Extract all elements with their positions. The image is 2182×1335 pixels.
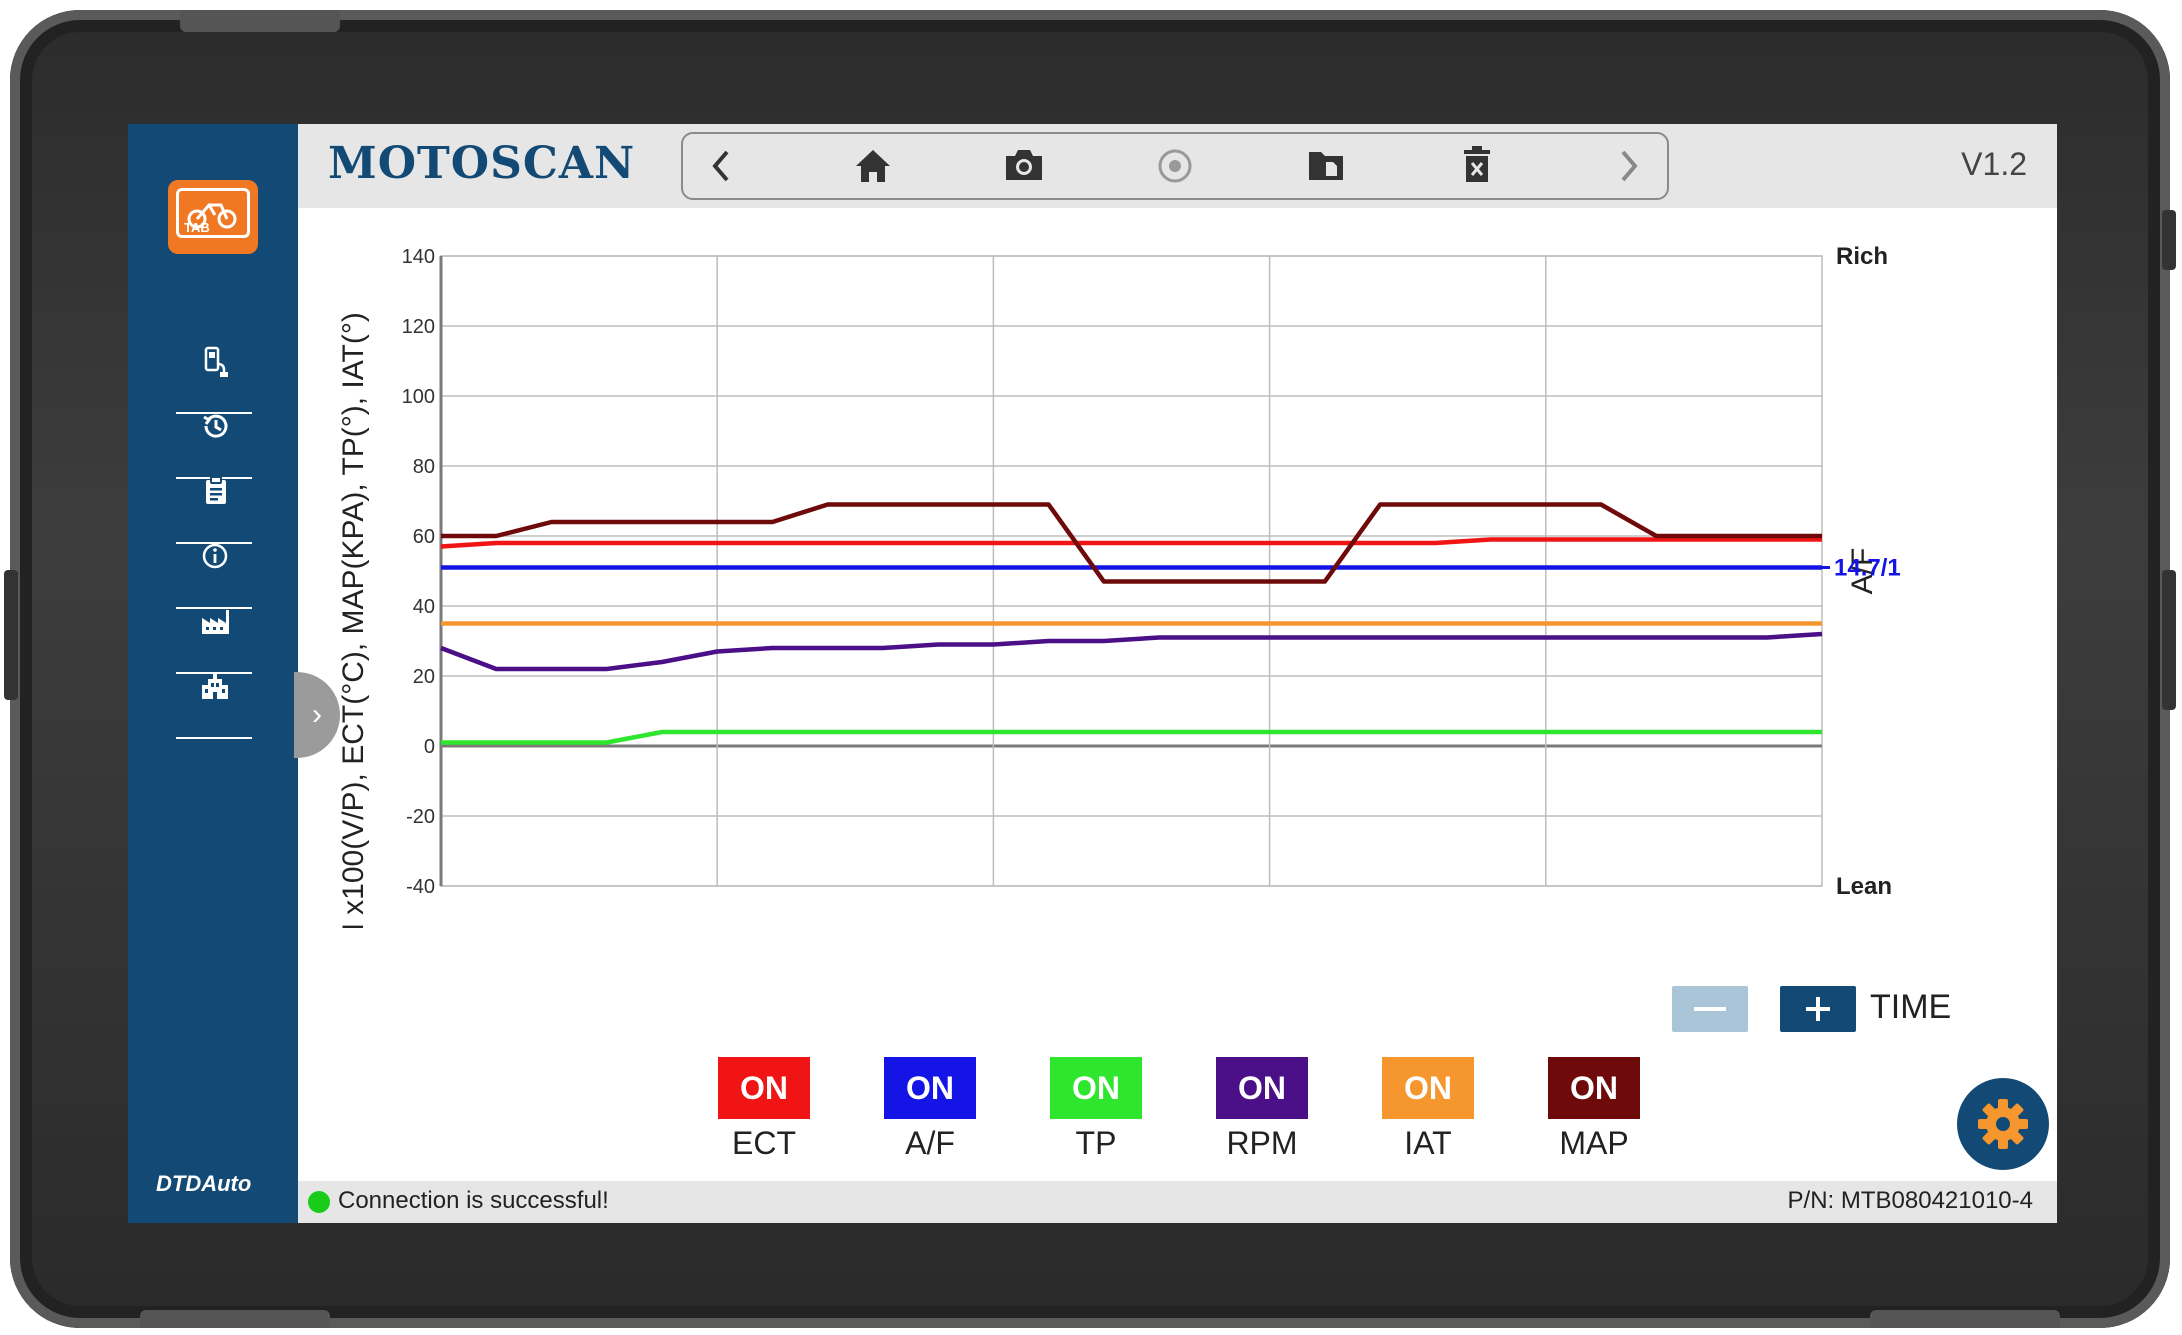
y-tick-label: -20 bbox=[406, 806, 435, 828]
building-icon bbox=[202, 674, 228, 699]
frame-bumper bbox=[1870, 1310, 2060, 1328]
minus-icon bbox=[1694, 1007, 1726, 1011]
toggle-label: A/F bbox=[905, 1125, 955, 1161]
sidebar: TAB DTDAuto bbox=[128, 124, 298, 1223]
record-icon bbox=[1158, 149, 1192, 183]
series-line-ect bbox=[440, 537, 1822, 549]
y-tick-label: 40 bbox=[413, 596, 435, 618]
version-label: V1.2 bbox=[1961, 146, 2027, 182]
back-button[interactable] bbox=[697, 144, 747, 188]
home-icon bbox=[856, 150, 890, 182]
screen: TAB DTDAuto MOTOSCAN V1.2 140 120 100 80… bbox=[128, 124, 2057, 1223]
plot-frame bbox=[440, 255, 1823, 887]
camera-icon bbox=[1006, 150, 1042, 180]
time-zoom-out-button[interactable] bbox=[1672, 986, 1748, 1032]
time-label: TIME bbox=[1870, 988, 1952, 1026]
toggle-rpm[interactable]: ON RPM bbox=[1216, 1057, 1308, 1162]
y-tick-label: -40 bbox=[406, 876, 435, 898]
forward-button[interactable] bbox=[1603, 144, 1653, 188]
y-tick-label: 60 bbox=[413, 526, 435, 548]
chevron-right-icon: › bbox=[312, 698, 322, 731]
header: MOTOSCAN V1.2 bbox=[298, 124, 2057, 208]
app-title: MOTOSCAN bbox=[328, 138, 636, 189]
side-button bbox=[4, 570, 18, 700]
delete-button[interactable] bbox=[1452, 144, 1502, 188]
forward-icon bbox=[1621, 150, 1638, 182]
side-button bbox=[2162, 210, 2176, 270]
toggle-button[interactable]: ON bbox=[884, 1057, 976, 1119]
history-icon bbox=[203, 414, 228, 438]
home-button[interactable] bbox=[848, 144, 898, 188]
y-tick-label: 100 bbox=[402, 386, 435, 408]
tab-logo-icon[interactable]: TAB bbox=[168, 180, 258, 254]
sidebar-item-building[interactable] bbox=[176, 649, 252, 739]
factory-icon bbox=[202, 610, 229, 634]
file-icon bbox=[1309, 152, 1343, 180]
divider bbox=[176, 737, 252, 739]
status-message: Connection is successful! bbox=[338, 1187, 609, 1214]
report-icon bbox=[206, 476, 226, 504]
toggle-ect[interactable]: ON ECT bbox=[718, 1057, 810, 1162]
delete-icon bbox=[1464, 146, 1490, 182]
file-button[interactable] bbox=[1301, 144, 1351, 188]
toggle-label: TP bbox=[1075, 1125, 1117, 1161]
toggle-button[interactable]: ON bbox=[1216, 1057, 1308, 1119]
record-button[interactable] bbox=[1150, 144, 1200, 188]
toggle-tp[interactable]: ON TP bbox=[1050, 1057, 1142, 1162]
lean-label: Lean bbox=[1836, 873, 1892, 900]
y-tick-label: 80 bbox=[413, 456, 435, 478]
toggle-button[interactable]: ON bbox=[718, 1057, 810, 1119]
gear-icon bbox=[1978, 1099, 2028, 1149]
af-reference-label: 14.7/1 bbox=[1834, 555, 1901, 582]
info-icon bbox=[202, 543, 228, 569]
toggle-label: RPM bbox=[1226, 1125, 1298, 1161]
y-tick-label: 0 bbox=[424, 736, 435, 758]
toggle-af[interactable]: ON A/F bbox=[884, 1057, 976, 1162]
settings-button[interactable] bbox=[1957, 1078, 2049, 1170]
back-icon bbox=[712, 150, 729, 182]
toggle-iat[interactable]: ON IAT bbox=[1382, 1057, 1474, 1162]
camera-button[interactable] bbox=[999, 144, 1049, 188]
y-axis-label: RPM x100(V/P), ECT(°C), MAP(KPA), TP(°),… bbox=[337, 312, 370, 928]
y-tick-label: 120 bbox=[402, 316, 435, 338]
brand-logo: DTDAuto bbox=[156, 1171, 252, 1196]
part-number: P/N: MTB080421010-4 bbox=[1787, 1187, 2033, 1214]
series-line-rpm bbox=[440, 631, 1823, 672]
y-tick-label: 140 bbox=[402, 246, 435, 268]
live-data-chart: 140 120 100 80 60 40 20 0 -20 -40 RPM x100(V/P), … bbox=[337, 243, 1901, 928]
connection-status-icon bbox=[308, 1191, 330, 1213]
toolbar bbox=[681, 132, 1669, 200]
rich-label: Rich bbox=[1836, 243, 1888, 270]
series-line-tp bbox=[441, 729, 1822, 745]
toggle-label: IAT bbox=[1404, 1125, 1452, 1161]
diagnostics-icon bbox=[204, 346, 228, 377]
plus-icon bbox=[1806, 997, 1830, 1021]
frame-bumper bbox=[140, 1310, 330, 1328]
toggle-button[interactable]: ON bbox=[1548, 1057, 1640, 1119]
frame-bumper bbox=[180, 10, 340, 32]
y-tick-label: 20 bbox=[413, 666, 435, 688]
status-bar: Connection is successful! P/N: MTB080421… bbox=[298, 1181, 2057, 1223]
side-button bbox=[2162, 570, 2176, 710]
toggle-button[interactable]: ON bbox=[1382, 1057, 1474, 1119]
toggle-label: ECT bbox=[732, 1125, 796, 1161]
tab-logo-label: TAB bbox=[184, 220, 210, 235]
time-zoom-in-button[interactable] bbox=[1780, 986, 1856, 1032]
toggle-button[interactable]: ON bbox=[1050, 1057, 1142, 1119]
toggle-label: MAP bbox=[1559, 1125, 1629, 1161]
toggle-map[interactable]: ON MAP bbox=[1548, 1057, 1640, 1162]
